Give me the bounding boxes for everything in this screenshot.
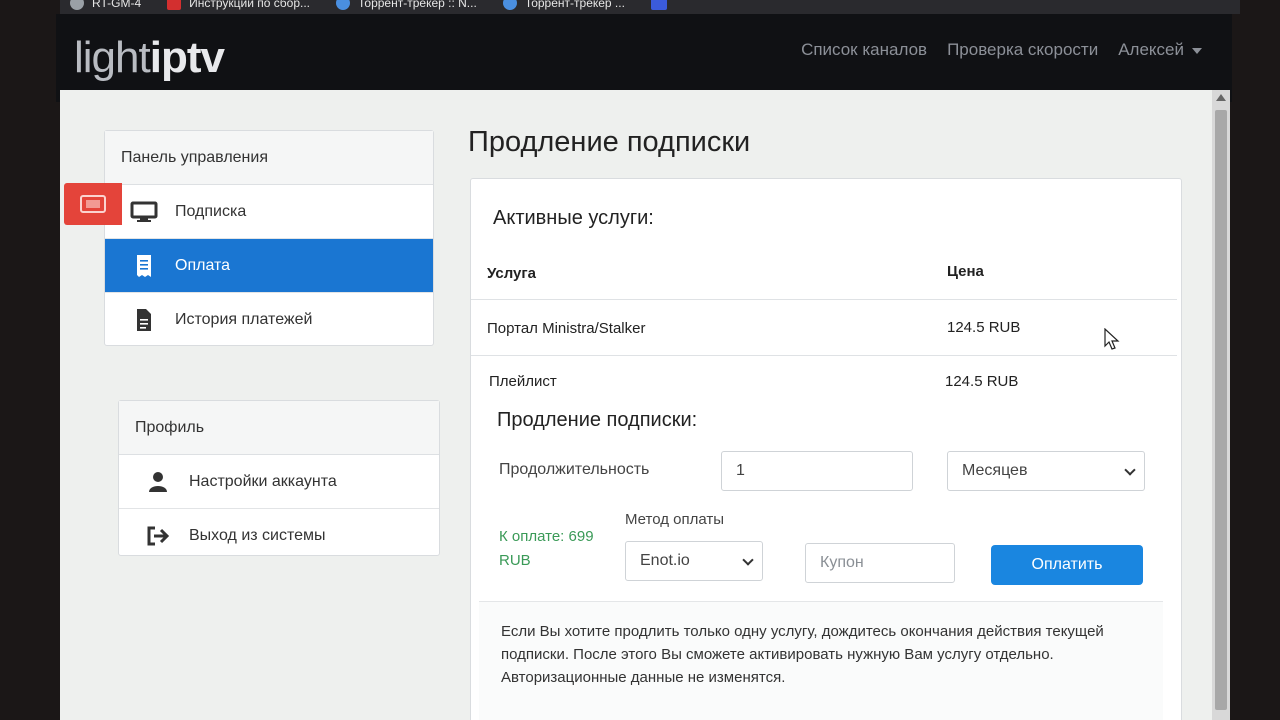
scrollbar[interactable] [1212,90,1230,720]
column-header-service: Услуга [487,265,536,282]
chevron-down-icon [1124,464,1136,476]
scrollbar-thumb[interactable] [1215,110,1227,710]
sidebar-item-label: Настройки аккаунта [189,472,337,490]
bookmark-item[interactable]: RT-GM-4 [70,0,141,10]
monitor-icon [129,201,159,223]
table-cell-price: 124.5 RUB [945,373,1019,390]
table-cell-price: 124.5 RUB [947,319,1021,336]
profile-panel-title: Профиль [119,401,439,455]
pay-button[interactable]: Оплатить [991,545,1143,585]
logo-bold-text: iptv [149,33,225,82]
period-select[interactable]: Месяцев [947,451,1145,491]
amount-due: К оплате: 699 RUB [499,528,594,569]
ticket-tab[interactable] [64,183,122,225]
sidebar-item-payment-history[interactable]: История платежей [105,293,433,347]
lego-icon [167,0,182,10]
user-name: Алексей [1118,40,1184,59]
payment-method-value: Enot.io [640,552,690,569]
sidebar-item-logout[interactable]: Выход из системы [119,509,439,563]
table-cell-service: Портал Ministra/Stalker [487,320,646,337]
logo[interactable]: lightiptv [74,33,225,82]
bookmark-label: Торрент-трекер ... [524,0,625,10]
payment-method-label: Метод оплаты [625,511,725,528]
sidebar-item-subscription[interactable]: Подписка [105,185,433,239]
table-cell-service: Плейлист [489,373,557,390]
nav-speed-test[interactable]: Проверка скорости [947,40,1098,60]
bookmark-item[interactable]: Торрент-трекер :: N... [336,0,477,10]
bookmarks-bar: RT-GM-4 Инструкции по сбор... Торрент-тр… [60,0,1240,14]
nav-channel-list[interactable]: Список каналов [801,40,927,60]
sidebar-item-label: Оплата [175,256,231,274]
profile-panel: Профиль Настройки аккаунта Выход из сист… [118,400,440,556]
mouse-cursor-icon [1104,328,1120,350]
user-menu[interactable]: Алексей [1118,40,1202,60]
bookmark-label: Инструкции по сбор... [189,0,311,10]
bookmark-item[interactable]: Инструкции по сбор... [167,0,310,10]
ticket-icon [80,195,106,213]
bookmark-item[interactable]: Торрент-трекер ... [502,0,625,10]
bookmark-label: RT-GM-4 [92,0,142,10]
renew-heading: Продление подписки: [497,409,698,431]
sidebar-item-label: История платежей [175,311,313,328]
globe-icon [70,0,84,10]
page-title: Продление подписки [468,126,751,158]
top-navbar: lightiptv Список каналов Проверка скорос… [56,14,1232,102]
user-icon [143,471,173,493]
active-services-heading: Активные услуги: [493,207,654,229]
star-icon [336,0,351,10]
logout-icon [143,526,173,546]
document-icon [129,308,159,332]
chevron-down-icon [1192,47,1202,54]
sidebar-item-label: Подписка [175,202,247,220]
coupon-input[interactable]: Купон [805,543,955,583]
bookmark-label: Торрент-трекер :: N... [358,0,477,10]
chevron-down-icon [742,554,754,566]
table-divider [471,299,1177,300]
logo-light-text: light [74,33,151,82]
payment-method-select[interactable]: Enot.io [625,541,763,581]
control-panel: Панель управления Подписка Оплата Истори… [104,130,434,346]
duration-label: Продолжительность [499,461,650,478]
star-icon [502,0,517,10]
duration-input[interactable]: 1 [721,451,913,491]
sidebar-item-payment[interactable]: Оплата [105,239,433,293]
scroll-up-icon[interactable] [1216,94,1226,101]
period-select-value: Месяцев [962,462,1028,479]
column-header-price: Цена [947,263,984,280]
sidebar-item-account-settings[interactable]: Настройки аккаунта [119,455,439,509]
receipt-icon [129,254,159,278]
bookmark-item[interactable] [650,0,667,10]
bookmark-icon [650,0,667,10]
nav-links: Список каналов Проверка скорости Алексей [801,40,1202,60]
subscription-card: Активные услуги: Услуга Цена Портал Mini… [470,178,1182,720]
sidebar-item-label: Выход из системы [189,527,326,544]
table-divider [471,355,1177,356]
control-panel-title: Панель управления [105,131,433,185]
renew-note: Если Вы хотите продлить только одну услу… [479,601,1163,720]
